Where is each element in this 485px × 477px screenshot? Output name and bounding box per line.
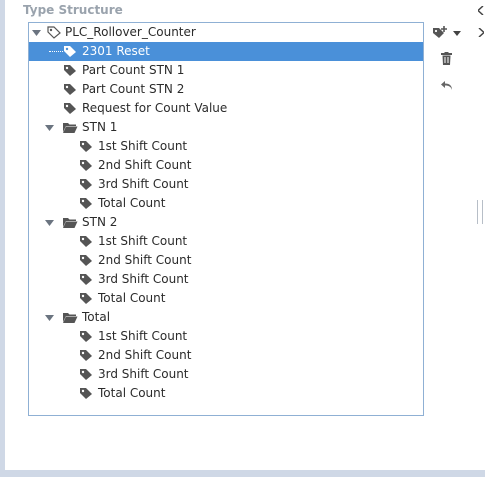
tree-item-row[interactable]: 2301 Reset [29,42,423,61]
tree-item-row[interactable]: 1st Shift Count [29,327,423,346]
tag-icon [80,350,92,361]
tag-icon [80,255,92,266]
tree-item-row[interactable]: 3rd Shift Count [29,365,423,384]
tree-item-label: Total Count [98,196,166,210]
tree-item-label: 1st Shift Count [98,329,188,343]
tree-folder-row[interactable]: STN 1 [29,118,423,137]
trash-icon [440,51,452,65]
tree-item-label: Request for Count Value [82,101,228,115]
left-frame-edge [0,0,5,477]
resize-handle[interactable] [477,200,483,224]
delete-button[interactable] [436,49,456,67]
tree-item-label: Total Count [98,386,166,400]
tree-folder-label: STN 2 [82,215,118,229]
tree-item-row[interactable]: 3rd Shift Count [29,270,423,289]
tree-item-row[interactable]: 3rd Shift Count [29,175,423,194]
collapse-icon[interactable] [31,27,42,38]
bottom-frame-edge [0,470,485,477]
tree-item-row[interactable]: Total Count [29,289,423,308]
tree-item-row[interactable]: 2nd Shift Count [29,346,423,365]
folder-open-icon [63,123,78,133]
tree-folder-row[interactable]: STN 2 [29,213,423,232]
tree-item-row[interactable]: Request for Count Value [29,99,423,118]
tree-item-row[interactable]: 1st Shift Count [29,137,423,156]
type-structure-tree[interactable]: PLC_Rollover_Counter 2301 Reset Part Cou… [28,22,424,416]
tree-root-row[interactable]: PLC_Rollover_Counter [29,23,423,42]
chevron-left-icon [476,5,484,16]
tree-item-label: 1st Shift Count [98,234,188,248]
tree-root-label: PLC_Rollover_Counter [65,25,196,39]
folder-open-icon [63,218,78,228]
tree-item-row[interactable]: 1st Shift Count [29,232,423,251]
tag-icon [64,65,76,76]
tag-icon [80,274,92,285]
tag-icon [80,160,92,171]
tag-icon [80,179,92,190]
tree-item-row[interactable]: Part Count STN 1 [29,61,423,80]
tree-folder-label: STN 1 [82,120,118,134]
tree-item-label: 1st Shift Count [98,139,188,153]
udt-tag-icon [47,26,61,39]
tree-item-label: 2nd Shift Count [98,348,192,362]
tag-icon [80,236,92,247]
panel-title: Type Structure [23,3,123,17]
folder-open-icon [63,313,78,323]
undo-button[interactable] [436,76,456,94]
collapse-icon[interactable] [44,217,55,228]
tree-item-label: Part Count STN 1 [82,63,185,77]
tree-item-label: 2nd Shift Count [98,253,192,267]
chevron-right-icon [478,27,485,38]
add-tag-button[interactable] [430,24,450,42]
tag-icon [80,141,92,152]
tree-item-row[interactable]: 2nd Shift Count [29,251,423,270]
tag-icon [80,198,92,209]
tree-item-row[interactable]: Total Count [29,384,423,403]
tree-item-label: Part Count STN 2 [82,82,185,96]
tag-icon [80,293,92,304]
tree-folder-row[interactable]: Total [29,308,423,327]
add-tag-icon [433,26,447,38]
chevron-down-icon [453,30,461,36]
tag-icon [80,369,92,380]
collapse-panel-arrow[interactable] [476,4,484,18]
collapse-icon[interactable] [44,122,55,133]
tag-icon [80,331,92,342]
tag-icon [64,46,76,57]
tree-item-label: 2301 Reset [82,44,150,58]
tree-item-label: 2nd Shift Count [98,158,192,172]
tree-item-row[interactable]: 2nd Shift Count [29,156,423,175]
tag-icon [64,84,76,95]
tree-item-label: 3rd Shift Count [98,177,189,191]
tree-item-label: 3rd Shift Count [98,367,189,381]
tag-icon [80,388,92,399]
tree-item-row[interactable]: Total Count [29,194,423,213]
tree-item-label: Total Count [98,291,166,305]
tree-item-label: 3rd Shift Count [98,272,189,286]
add-tag-dropdown[interactable] [451,24,463,42]
collapse-icon[interactable] [44,312,55,323]
tree-item-row[interactable]: Part Count STN 2 [29,80,423,99]
undo-icon [440,80,452,90]
expand-panel-arrow[interactable] [478,26,485,40]
tag-icon [64,103,76,114]
tree-folder-label: Total [82,310,111,324]
